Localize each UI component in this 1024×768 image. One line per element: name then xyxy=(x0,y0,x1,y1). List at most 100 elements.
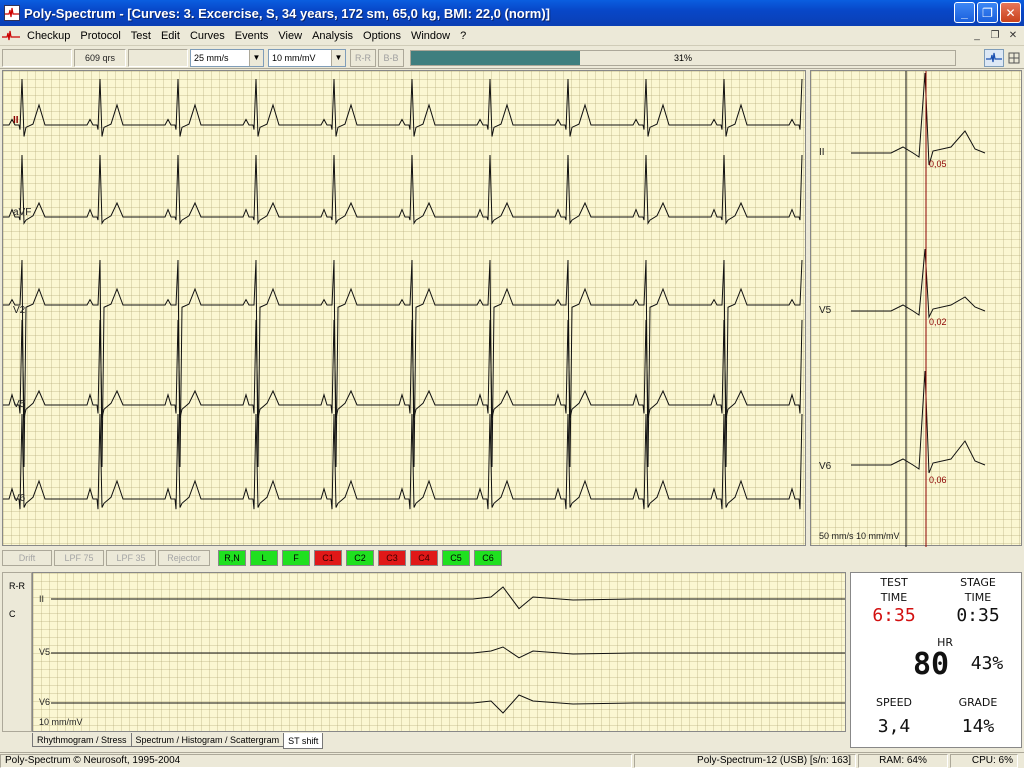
rejector-filter-button[interactable]: Rejector xyxy=(158,550,210,566)
electrode-rn[interactable]: R,N xyxy=(218,550,246,566)
st-shift-traces xyxy=(51,586,845,714)
menu-curves[interactable]: Curves xyxy=(185,26,230,46)
avg-trace-v6 xyxy=(851,370,986,474)
electrode-c2[interactable]: C2 xyxy=(346,550,374,566)
status-copyright: Poly-Spectrum © Neurosoft, 1995-2004 xyxy=(0,753,632,768)
rr-button[interactable]: R-R xyxy=(350,48,376,67)
tab-rhythmogram-stress[interactable]: Rhythmogram / Stress xyxy=(32,733,132,747)
status-ram: RAM: 64% xyxy=(858,753,948,768)
status-cpu: CPU: 6% xyxy=(950,753,1018,768)
st-lead-label-v5: V5 xyxy=(39,647,51,657)
lead-label-ii: II xyxy=(13,115,19,126)
menu-analysis[interactable]: Analysis xyxy=(307,26,358,46)
st-trace-ii xyxy=(51,586,845,610)
st-shift-panel[interactable]: II V5 V6 10 mm/mV xyxy=(32,572,846,732)
menu-edit[interactable]: Edit xyxy=(156,26,185,46)
electrode-c4[interactable]: C4 xyxy=(410,550,438,566)
chevron-down-icon[interactable]: ▼ xyxy=(331,49,345,66)
toolbar: 609 qrs 25 mm/s ▼ 10 mm/mV ▼ R-R B-B 31% xyxy=(0,47,1024,69)
st-lead-label-v6: V6 xyxy=(39,697,51,707)
electrode-status-group: R,N L F C1 C2 C3 C4 C5 C6 xyxy=(218,550,506,566)
mdi-close-button[interactable]: ✕ xyxy=(1006,28,1020,42)
c-side-label[interactable]: C xyxy=(9,609,16,619)
electrode-f[interactable]: F xyxy=(282,550,310,566)
st-lead-label-ii: II xyxy=(39,594,45,604)
drift-filter-button[interactable]: Drift xyxy=(2,550,52,566)
stage-time-caption-1: STAGE xyxy=(960,576,996,589)
avg-trace-v5 xyxy=(851,248,986,319)
maximize-button[interactable]: ❐ xyxy=(977,2,998,23)
ecg-main-panel[interactable]: II aVF V2 V5 V6 xyxy=(2,70,806,546)
ecg-trace-ii xyxy=(3,78,803,137)
avg-lead-label-ii: II xyxy=(819,147,825,158)
speed-value: 25 mm/s xyxy=(194,52,229,63)
electrode-c1[interactable]: C1 xyxy=(314,550,342,566)
lead-label-v6: V6 xyxy=(13,493,26,504)
mdi-minimize-button[interactable]: _ xyxy=(970,28,984,42)
hr-percent-block: 43% xyxy=(957,653,1017,675)
electrode-c5[interactable]: C5 xyxy=(442,550,470,566)
avg-trace-ii xyxy=(851,72,986,166)
electrode-l[interactable]: L xyxy=(250,550,278,566)
filter-bar: Drift LPF 75 LPF 35 Rejector R,N L F C1 … xyxy=(0,548,1024,568)
menu-test[interactable]: Test xyxy=(126,26,156,46)
status-bar: Poly-Spectrum © Neurosoft, 1995-2004 Pol… xyxy=(0,752,1024,768)
menu-help[interactable]: ? xyxy=(455,26,471,46)
toolbar-blank-cell-2 xyxy=(128,48,188,67)
lead-label-v2: V2 xyxy=(13,305,26,316)
document-ecg-icon[interactable] xyxy=(0,27,22,45)
ecg-main-waveforms xyxy=(3,78,803,510)
bb-button[interactable]: B-B xyxy=(378,48,404,67)
stage-time-value: 0:35 xyxy=(956,605,1000,626)
menu-bar: Checkup Protocol Test Edit Curves Events… xyxy=(0,26,1024,46)
ecg-trace-avf xyxy=(3,154,803,225)
menu-window[interactable]: Window xyxy=(406,26,455,46)
electrode-c6[interactable]: C6 xyxy=(474,550,502,566)
lead-label-avf: aVF xyxy=(13,207,32,218)
tab-st-shift[interactable]: ST shift xyxy=(283,733,324,749)
lpf35-filter-button[interactable]: LPF 35 xyxy=(106,550,156,566)
progress-bar: 31% xyxy=(410,49,956,66)
menu-view[interactable]: View xyxy=(273,26,307,46)
speed-value: 3,4 xyxy=(877,716,911,737)
menu-options[interactable]: Options xyxy=(358,26,406,46)
ecg-view-icon[interactable] xyxy=(984,49,1004,67)
tab-spectrum-histogram[interactable]: Spectrum / Histogram / Scattergram xyxy=(130,733,285,747)
electrode-c3[interactable]: C3 xyxy=(378,550,406,566)
toolbar-blank-cell xyxy=(2,48,72,67)
chevron-down-icon[interactable]: ▼ xyxy=(249,49,263,66)
title-bar: Poly-Spectrum - [Curves: 3. Excercise, S… xyxy=(0,0,1024,26)
gain-select[interactable]: 10 mm/mV ▼ xyxy=(268,48,346,67)
avg-scale-note: 50 mm/s 10 mm/mV xyxy=(819,531,900,541)
bottom-tabs: Rhythmogram / Stress Spectrum / Histogra… xyxy=(32,733,324,749)
st-value-v5: 0,02 xyxy=(929,317,947,327)
window-title: Poly-Spectrum - [Curves: 3. Excercise, S… xyxy=(24,5,551,21)
st-trace-v6 xyxy=(51,694,845,714)
minimize-button[interactable]: _ xyxy=(954,2,975,23)
rr-side-label[interactable]: R-R xyxy=(9,581,25,591)
stage-time-caption-2: TIME xyxy=(964,591,992,604)
menu-events[interactable]: Events xyxy=(230,26,274,46)
menu-checkup[interactable]: Checkup xyxy=(22,26,75,46)
ecg-average-waveforms xyxy=(851,71,986,547)
speed-select[interactable]: 25 mm/s ▼ xyxy=(190,48,264,67)
st-trace-v5 xyxy=(51,646,845,659)
grade-caption: GRADE xyxy=(958,696,998,709)
app-ecg-icon xyxy=(4,5,20,21)
menu-protocol[interactable]: Protocol xyxy=(75,26,125,46)
qrs-count: 609 qrs xyxy=(74,48,126,67)
ecg-trace-v5 xyxy=(3,319,803,418)
speed-block: SPEED 3,4 xyxy=(859,695,929,738)
ecg-trace-v6 xyxy=(3,413,803,510)
ecg-average-panel[interactable]: II V5 V6 0,05 0,02 0,06 50 mm/s 10 mm/mV xyxy=(810,70,1022,547)
lpf75-filter-button[interactable]: LPF 75 xyxy=(54,550,104,566)
close-button[interactable]: ✕ xyxy=(1000,2,1021,23)
test-time-value: 6:35 xyxy=(872,605,916,626)
test-time-block: TEST TIME 6:35 xyxy=(859,575,929,627)
st-value-v6: 0,06 xyxy=(929,475,947,485)
avg-lead-label-v6: V6 xyxy=(819,461,832,472)
st-value-ii: 0,05 xyxy=(929,159,947,169)
grid-view-icon[interactable] xyxy=(1006,49,1022,67)
st-scale-label: 10 mm/mV xyxy=(39,717,83,727)
mdi-restore-button[interactable]: ❐ xyxy=(988,28,1002,42)
